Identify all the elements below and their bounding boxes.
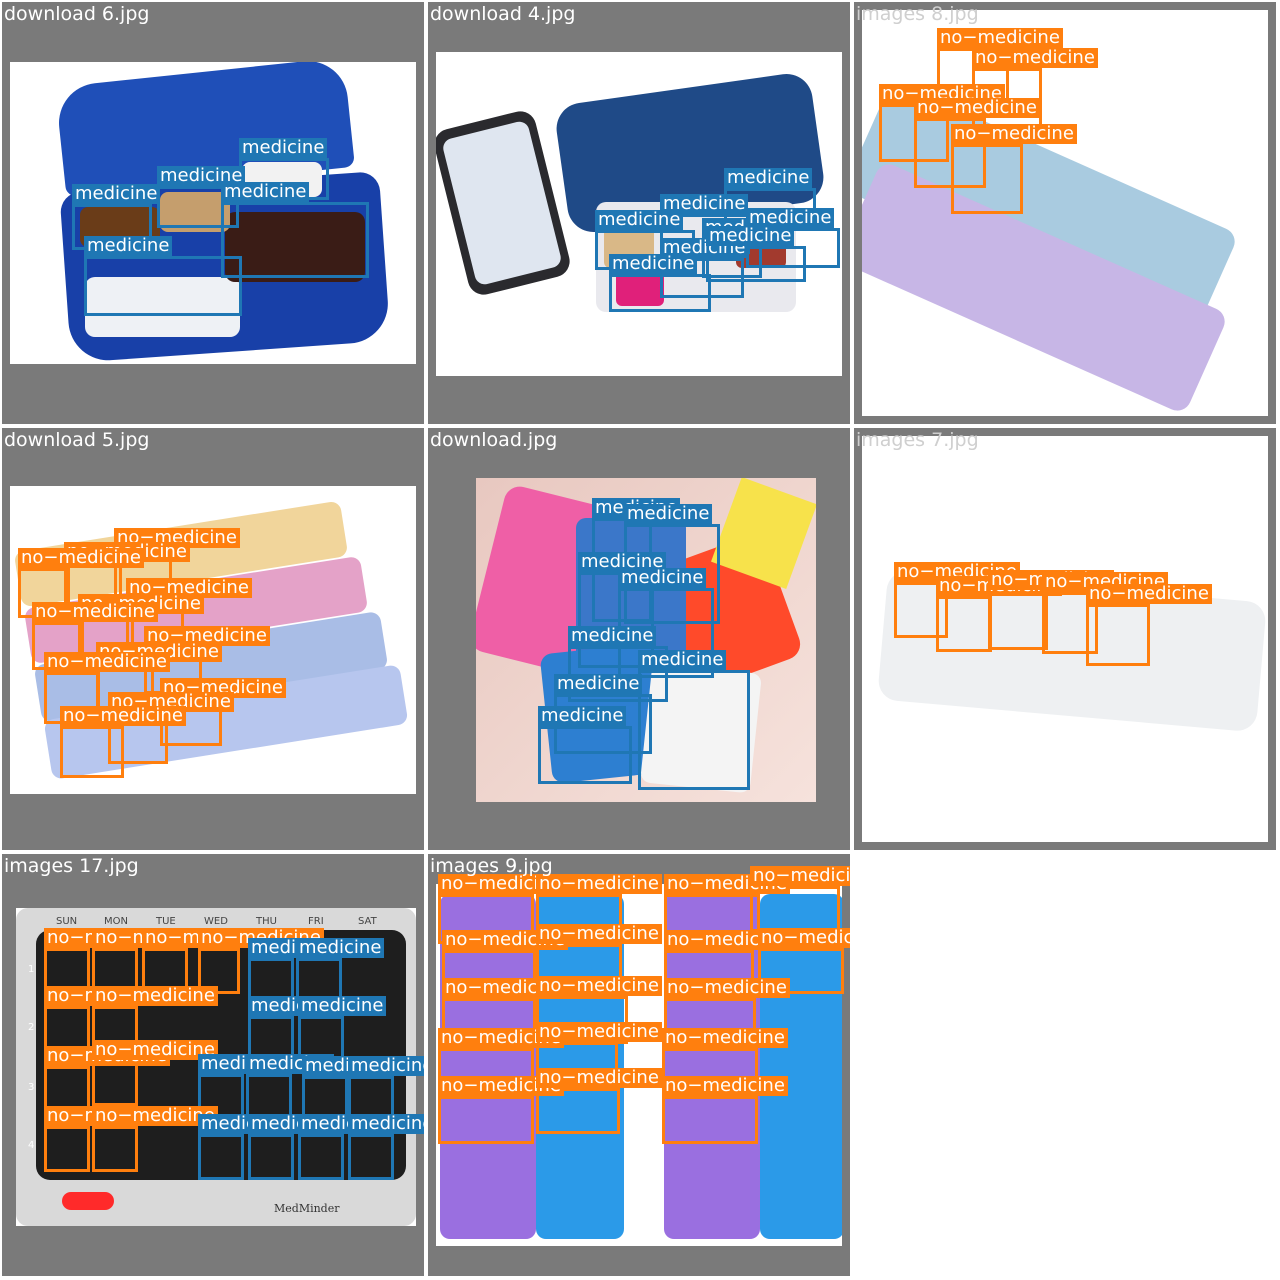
detection-label: no−medicine: [32, 602, 158, 622]
day-label: SAT: [358, 916, 377, 927]
detection-label: no−medicine: [536, 1022, 662, 1042]
row-label: 1: [28, 964, 35, 975]
detection-label: no−medicine: [972, 48, 1098, 68]
row-label: 3: [28, 1082, 35, 1093]
brand-label: MedMinder: [274, 1202, 340, 1215]
detection-label: no−medicine: [18, 548, 144, 568]
detection-label: no−medicine: [536, 1068, 662, 1088]
medicine-box: [538, 726, 632, 784]
detection-label: medicine: [660, 194, 749, 214]
mosaic-tile: download.jpg medicine medicine medicine med…: [428, 428, 850, 850]
mosaic-tile: images 7.jpg no−medicine no−medicine no−me…: [854, 428, 1276, 850]
detection-label: no−medicine: [937, 28, 1063, 48]
mosaic-tile: images 17.jpg MedMinder SUN MON TUE WED …: [2, 854, 424, 1276]
no-medicine-box: [988, 590, 1048, 650]
day-label: MON: [104, 916, 128, 927]
no-medicine-box: [438, 1096, 534, 1144]
tile-filename: images 9.jpg: [430, 855, 553, 877]
detection-label: no−medicine: [1086, 584, 1212, 604]
row-label: 2: [28, 1022, 35, 1033]
tile-filename: download 6.jpg: [4, 3, 150, 25]
detection-label: medicine: [554, 674, 643, 694]
no-medicine-box: [1086, 604, 1150, 666]
detection-label: medicine: [221, 182, 310, 202]
mosaic-tile: download 5.jpg no−medicine no−medicine no−…: [2, 428, 424, 850]
detection-label: medicine: [624, 504, 713, 524]
day-label: FRI: [308, 916, 324, 927]
no-medicine-box: [936, 596, 992, 652]
day-label: WED: [204, 916, 228, 927]
no-medicine-box: [60, 726, 124, 778]
detection-label: medicine: [706, 226, 795, 246]
no-medicine-box: [92, 1060, 138, 1106]
detection-label: medicine: [609, 254, 698, 274]
medicine-box: [221, 202, 369, 278]
detection-label: medicine: [538, 706, 627, 726]
tile-filename: download 5.jpg: [4, 429, 150, 451]
mosaic-tile: download 4.jpg medicine medicine medicine m…: [428, 2, 850, 424]
detection-label: medicine: [348, 1056, 424, 1076]
detection-label: no−medicine: [662, 1028, 788, 1048]
detection-label: no−medicine: [951, 124, 1077, 144]
medicine-box: [84, 256, 242, 316]
medicine-box: [248, 1134, 294, 1180]
detection-label: medicine: [568, 626, 657, 646]
detection-label: medicine: [348, 1114, 424, 1134]
detection-label: no−medicine: [914, 98, 1040, 118]
detection-label: medicine: [72, 184, 161, 204]
tile-filename: download 4.jpg: [430, 3, 576, 25]
detection-label: no−medicine: [92, 986, 218, 1006]
detection-label: no−medicine: [536, 924, 662, 944]
tile-filename: download.jpg: [430, 429, 558, 451]
tile-filename: images 17.jpg: [4, 855, 139, 877]
detection-label: medicine: [84, 236, 173, 256]
medicine-box: [348, 1134, 394, 1180]
mosaic-tile: images 8.jpg no−medicine no−medicine no−me…: [854, 2, 1276, 424]
medicine-box: [198, 1134, 244, 1180]
empty-slot: [854, 854, 1278, 1278]
medicine-box: [609, 274, 711, 312]
day-label: THU: [256, 916, 277, 927]
detection-label: medicine: [724, 168, 813, 188]
tile-photo: [862, 10, 1268, 416]
detection-label: no−medicine: [662, 1076, 788, 1096]
detection-label: medicine: [239, 138, 328, 158]
detection-label: no−medicine: [44, 652, 170, 672]
row-label: 4: [28, 1140, 35, 1151]
tile-filename: images 7.jpg: [856, 429, 979, 451]
detection-label: no−medicine: [536, 976, 662, 996]
detection-label: medicine: [638, 650, 727, 670]
medicine-box: [298, 1134, 344, 1180]
mosaic-tile: download 6.jpg medicine medicine medicine m…: [2, 2, 424, 424]
mosaic-tile: images 9.jpg no−medicine no−medicine no−me…: [428, 854, 850, 1276]
no-medicine-box: [92, 1126, 138, 1172]
no-medicine-box: [44, 1126, 90, 1172]
tile-filename: images 8.jpg: [856, 3, 979, 25]
day-label: SUN: [56, 916, 78, 927]
medicine-box: [638, 670, 750, 790]
detection-label: no−medicine: [60, 706, 186, 726]
no-medicine-box: [951, 144, 1023, 214]
detection-label: medicine: [618, 568, 707, 588]
detection-label: no−medicine: [750, 866, 850, 886]
no-medicine-box: [662, 1096, 758, 1144]
detection-label: medicine: [296, 938, 385, 958]
detection-label: medicine: [298, 996, 387, 1016]
detection-label: no−medicine: [758, 928, 850, 948]
detection-label: no−medicine: [536, 874, 662, 894]
day-label: TUE: [156, 916, 176, 927]
detection-label: no−medicine: [664, 978, 790, 998]
